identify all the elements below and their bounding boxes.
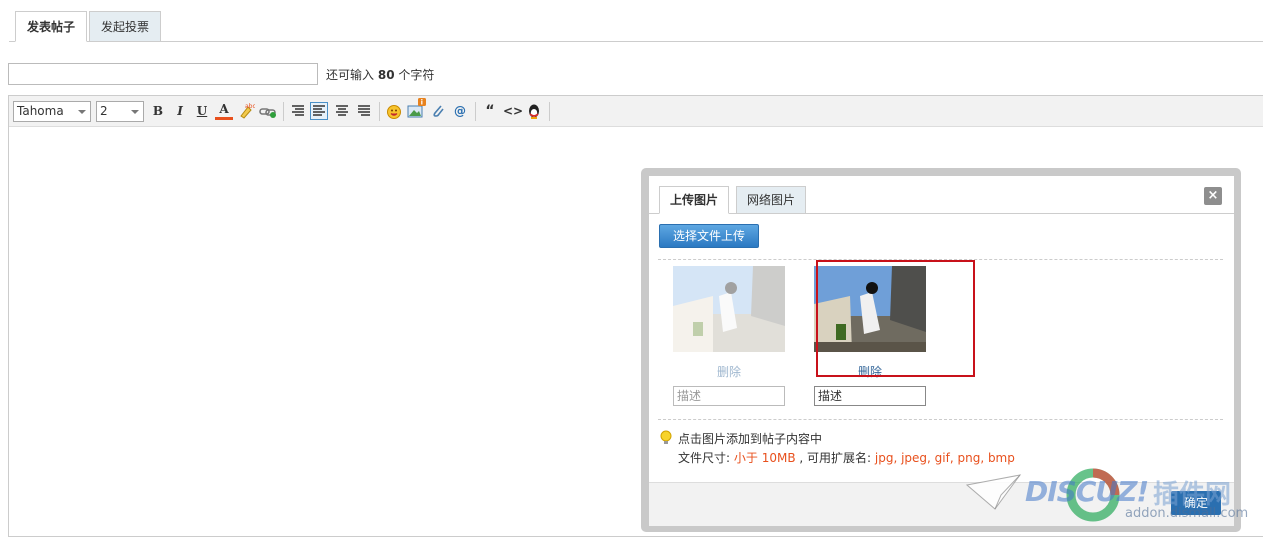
align-justify-button[interactable] [355,102,373,120]
toolbar-separator [549,102,550,121]
link-button[interactable] [259,102,277,120]
align-left-button[interactable] [310,102,328,120]
delete-image-1-link[interactable]: 删除 [673,363,785,380]
highlighter-icon: abc [240,103,256,119]
qq-button[interactable] [525,102,543,120]
font-name-value: Tahoma [17,104,64,118]
highlight-box [816,260,975,377]
image-2-description-input[interactable]: 描述 [814,386,926,406]
background-color-button[interactable]: abc [237,102,256,120]
align-left-icon [313,105,325,116]
subject-counter: 还可输入 80 个字符 [326,66,434,83]
lightbulb-icon [660,430,672,444]
toolbar-separator [283,102,284,121]
smiley-button[interactable] [385,102,403,120]
align-right-button[interactable] [289,102,307,120]
size-value: 小于 10MB [733,451,796,465]
toolbar-separator [379,102,380,121]
image-icon: i [407,98,426,118]
align-center-button[interactable] [333,102,351,120]
top-tabs: 发表帖子 发起投票 [9,11,1263,42]
file-limits-text: 文件尺寸: 小于 10MB , 可用扩展名: jpg, jpeg, gif, p… [678,449,1015,466]
quote-button[interactable]: “ [481,102,499,120]
photo-thumbnail [673,266,785,352]
image-1-description-input[interactable]: 描述 [673,386,785,406]
attachment-button[interactable] [429,102,447,120]
font-size-value: 2 [100,104,108,118]
watermark-url: addon.dismall.com [1125,506,1249,521]
image-button[interactable]: i [407,98,426,120]
bold-button[interactable]: B [149,102,167,120]
divider [658,419,1223,420]
font-size-select[interactable]: 2 [96,101,144,122]
chevron-down-icon [78,110,86,114]
toolbar-separator [475,102,476,121]
ext-value: jpg, jpeg, gif, png, bmp [874,451,1015,465]
link-icon [259,108,276,118]
watermark: DISCUZ! 插件网 addon.dismall.com [965,465,1255,525]
select-file-upload-button[interactable]: 选择文件上传 [659,224,759,248]
subject-input[interactable] [8,63,318,85]
tab-network-image[interactable]: 网络图片 [736,186,807,214]
counter-prefix: 还可输入 [326,68,375,82]
counter-suffix: 个字符 [398,68,435,82]
counter-value: 80 [377,68,395,82]
italic-button[interactable]: I [171,102,189,120]
align-right-icon [292,105,304,116]
penguin-icon [529,104,539,119]
tab-post[interactable]: 发表帖子 [15,11,88,42]
size-prefix: 文件尺寸: [678,451,731,465]
align-justify-icon [358,105,370,116]
code-button[interactable]: <> [503,102,523,120]
editor-toolbar: Tahoma 2 B I U A abc i @ “ <> [9,96,1263,127]
mention-button[interactable]: @ [451,102,469,120]
svg-text:abc: abc [245,103,255,110]
chevron-down-icon [131,110,139,114]
align-center-icon [336,105,348,116]
close-icon[interactable]: × [1204,187,1222,205]
underline-button[interactable]: U [193,102,211,120]
dialog-tabs: 上传图片 网络图片 [649,186,1234,214]
tab-upload-image[interactable]: 上传图片 [659,186,730,214]
font-color-button[interactable]: A [215,102,233,120]
font-name-select[interactable]: Tahoma [13,101,91,122]
smiley-icon [387,105,401,119]
tab-poll[interactable]: 发起投票 [89,11,162,42]
ext-prefix: , 可用扩展名: [799,451,872,465]
uploaded-image-1[interactable] [673,266,785,352]
svg-text:i: i [421,99,423,107]
paperclip-icon [433,105,444,117]
tip-text: 点击图片添加到帖子内容中 [678,432,823,446]
watermark-brand: DISCUZ! [1025,475,1149,508]
